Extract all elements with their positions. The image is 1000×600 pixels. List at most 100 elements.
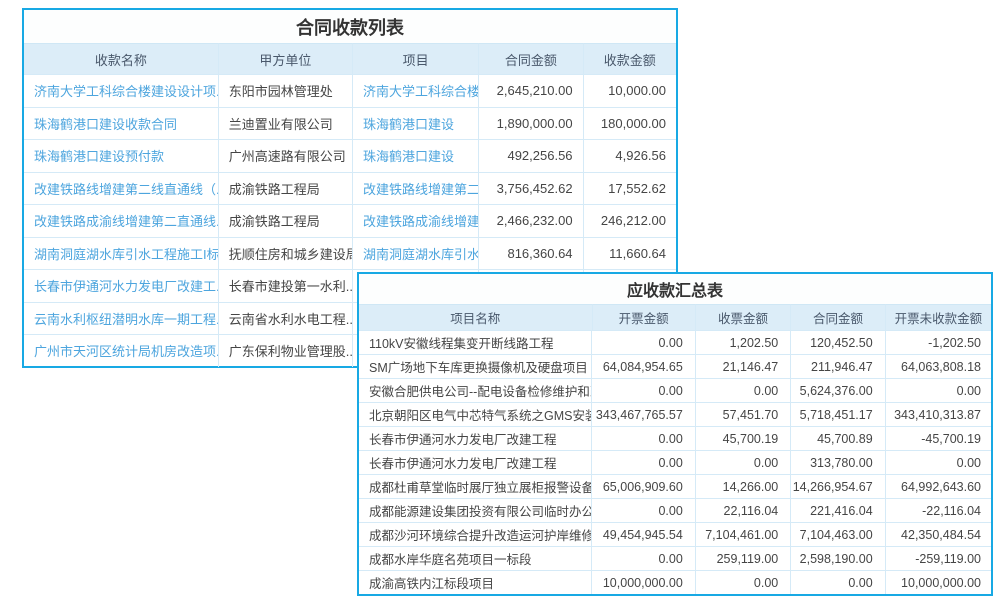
- project-name-cell: 安徽合肥供电公司--配电设备检修维护和改造: [359, 379, 592, 402]
- invoiced-amount-cell: 343,467,765.57: [592, 403, 695, 426]
- uncollected-amount-cell: 64,992,643.60: [886, 475, 991, 498]
- receipt-name-link[interactable]: 湖南洞庭湖水库引水工程施工I标...: [24, 238, 219, 270]
- page: 合同收款列表 收款名称 甲方单位 项目 合同金额 收款金额 济南大学工科综合楼建…: [0, 0, 1000, 600]
- uncollected-amount-cell: 0.00: [886, 451, 991, 474]
- party-unit-cell: 抚顺住房和城乡建设局: [219, 238, 353, 270]
- table-row: 成都杜甫草堂临时展厅独立展柜报警设备安装... 65,006,909.60 14…: [359, 474, 991, 498]
- received-amount-cell: 21,146.47: [696, 355, 791, 378]
- invoiced-amount-cell: 0.00: [592, 331, 695, 354]
- invoiced-amount-cell: 10,000,000.00: [592, 571, 695, 594]
- receipt-amount-cell: 17,552.62: [584, 173, 676, 205]
- contract-amount-cell: 2,645,210.00: [479, 75, 583, 107]
- table-row: SM广场地下车库更换摄像机及硬盘项目 64,084,954.65 21,146.…: [359, 354, 991, 378]
- receivables-summary-table: 应收款汇总表 项目名称 开票金额 收票金额 合同金额 开票未收款金额 110kV…: [357, 272, 993, 596]
- contract-amount-cell: 816,360.64: [479, 238, 583, 270]
- contract-amount-cell: 7,104,463.00: [791, 523, 885, 546]
- header-invoiced-amount: 开票金额: [593, 304, 696, 330]
- receipt-name-link[interactable]: 改建铁路成渝线增建第二直通线...: [24, 205, 219, 237]
- contract-amount-cell: 120,452.50: [791, 331, 885, 354]
- received-amount-cell: 0.00: [696, 379, 791, 402]
- header-received-amount: 收票金额: [696, 304, 791, 330]
- project-link[interactable]: 改建铁路线增建第二...: [353, 173, 479, 205]
- party-unit-cell: 成渝铁路工程局: [219, 173, 353, 205]
- project-name-cell: 长春市伊通河水力发电厂改建工程: [359, 451, 592, 474]
- receivables-table-title: 应收款汇总表: [359, 274, 991, 304]
- party-unit-cell: 成渝铁路工程局: [219, 205, 353, 237]
- invoiced-amount-cell: 0.00: [592, 379, 695, 402]
- received-amount-cell: 0.00: [696, 451, 791, 474]
- table-row: 110kV安徽线程集变开断线路工程 0.00 1,202.50 120,452.…: [359, 330, 991, 354]
- project-link[interactable]: 湖南洞庭湖水库引水...: [353, 238, 479, 270]
- project-link[interactable]: 珠海鹤港口建设: [353, 140, 479, 172]
- contract-table-title: 合同收款列表: [24, 10, 676, 43]
- receipt-amount-cell: 246,212.00: [584, 205, 676, 237]
- contract-amount-cell: 221,416.04: [791, 499, 885, 522]
- received-amount-cell: 1,202.50: [696, 331, 791, 354]
- receipt-name-link[interactable]: 珠海鹤港口建设收款合同: [24, 108, 219, 140]
- party-unit-cell: 广东保利物业管理股...: [219, 335, 353, 367]
- receipt-name-link[interactable]: 珠海鹤港口建设预付款: [24, 140, 219, 172]
- receivables-table-header-row: 项目名称 开票金额 收票金额 合同金额 开票未收款金额: [359, 304, 991, 330]
- uncollected-amount-cell: 42,350,484.54: [886, 523, 991, 546]
- invoiced-amount-cell: 64,084,954.65: [592, 355, 695, 378]
- project-name-cell: SM广场地下车库更换摄像机及硬盘项目: [359, 355, 592, 378]
- invoiced-amount-cell: 0.00: [592, 427, 695, 450]
- received-amount-cell: 259,119.00: [696, 547, 791, 570]
- receipt-amount-cell: 10,000.00: [584, 75, 676, 107]
- contract-amount-cell: 0.00: [791, 571, 885, 594]
- table-row: 改建铁路成渝线增建第二直通线... 成渝铁路工程局 改建铁路成渝线增建... 2…: [24, 204, 676, 237]
- uncollected-amount-cell: -22,116.04: [886, 499, 991, 522]
- project-name-cell: 成都杜甫草堂临时展厅独立展柜报警设备安装...: [359, 475, 592, 498]
- header-contract-amount: 合同金额: [479, 43, 583, 74]
- project-name-cell: 成都沙河环境综合提升改造运河护岸维修改造: [359, 523, 592, 546]
- contract-amount-cell: 3,756,452.62: [479, 173, 583, 205]
- receipt-name-link[interactable]: 改建铁路线增建第二线直通线（...: [24, 173, 219, 205]
- receivables-table-body: 110kV安徽线程集变开断线路工程 0.00 1,202.50 120,452.…: [359, 330, 991, 594]
- received-amount-cell: 45,700.19: [696, 427, 791, 450]
- contract-amount-cell: 2,598,190.00: [791, 547, 885, 570]
- contract-amount-cell: 313,780.00: [791, 451, 885, 474]
- table-row: 珠海鹤港口建设预付款 广州高速路有限公司 珠海鹤港口建设 492,256.56 …: [24, 139, 676, 172]
- table-row: 成都沙河环境综合提升改造运河护岸维修改造 49,454,945.54 7,104…: [359, 522, 991, 546]
- project-name-cell: 成都水岸华庭名苑项目一标段: [359, 547, 592, 570]
- invoiced-amount-cell: 49,454,945.54: [592, 523, 695, 546]
- contract-amount-cell: 45,700.89: [791, 427, 885, 450]
- table-row: 成渝高铁内江标段项目 10,000,000.00 0.00 0.00 10,00…: [359, 570, 991, 594]
- uncollected-amount-cell: -1,202.50: [886, 331, 991, 354]
- table-row: 改建铁路线增建第二线直通线（... 成渝铁路工程局 改建铁路线增建第二... 3…: [24, 172, 676, 205]
- receipt-name-link[interactable]: 长春市伊通河水力发电厂改建工...: [24, 270, 219, 302]
- table-row: 北京朝阳区电气中芯特气系统之GMS安装 343,467,765.57 57,45…: [359, 402, 991, 426]
- contract-amount-cell: 211,946.47: [791, 355, 885, 378]
- project-name-cell: 北京朝阳区电气中芯特气系统之GMS安装: [359, 403, 592, 426]
- uncollected-amount-cell: 10,000,000.00: [886, 571, 991, 594]
- table-row: 长春市伊通河水力发电厂改建工程 0.00 45,700.19 45,700.89…: [359, 426, 991, 450]
- invoiced-amount-cell: 0.00: [592, 451, 695, 474]
- table-row: 湖南洞庭湖水库引水工程施工I标... 抚顺住房和城乡建设局 湖南洞庭湖水库引水.…: [24, 237, 676, 270]
- contract-amount-cell: 5,624,376.00: [791, 379, 885, 402]
- header-uncollected-amount: 开票未收款金额: [886, 304, 991, 330]
- receipt-amount-cell: 4,926.56: [584, 140, 676, 172]
- project-link[interactable]: 珠海鹤港口建设: [353, 108, 479, 140]
- invoiced-amount-cell: 0.00: [592, 547, 695, 570]
- header-receipt-name: 收款名称: [24, 43, 219, 74]
- receipt-name-link[interactable]: 济南大学工科综合楼建设设计项...: [24, 75, 219, 107]
- project-link[interactable]: 改建铁路成渝线增建...: [353, 205, 479, 237]
- uncollected-amount-cell: 343,410,313.87: [886, 403, 991, 426]
- receipt-amount-cell: 180,000.00: [584, 108, 676, 140]
- receipt-name-link[interactable]: 广州市天河区统计局机房改造项...: [24, 335, 219, 367]
- received-amount-cell: 57,451.70: [696, 403, 791, 426]
- table-row: 成都水岸华庭名苑项目一标段 0.00 259,119.00 2,598,190.…: [359, 546, 991, 570]
- party-unit-cell: 云南省水利水电工程...: [219, 303, 353, 335]
- project-link[interactable]: 济南大学工科综合楼...: [353, 75, 479, 107]
- contract-amount-cell: 2,466,232.00: [479, 205, 583, 237]
- receipt-name-link[interactable]: 云南水利枢纽潜明水库一期工程...: [24, 303, 219, 335]
- received-amount-cell: 14,266.00: [696, 475, 791, 498]
- contract-amount-cell: 14,266,954.67: [791, 475, 885, 498]
- uncollected-amount-cell: -45,700.19: [886, 427, 991, 450]
- uncollected-amount-cell: 64,063,808.18: [886, 355, 991, 378]
- party-unit-cell: 兰迪置业有限公司: [219, 108, 353, 140]
- header-party-unit: 甲方单位: [219, 43, 353, 74]
- project-name-cell: 长春市伊通河水力发电厂改建工程: [359, 427, 592, 450]
- party-unit-cell: 广州高速路有限公司: [219, 140, 353, 172]
- received-amount-cell: 7,104,461.00: [696, 523, 791, 546]
